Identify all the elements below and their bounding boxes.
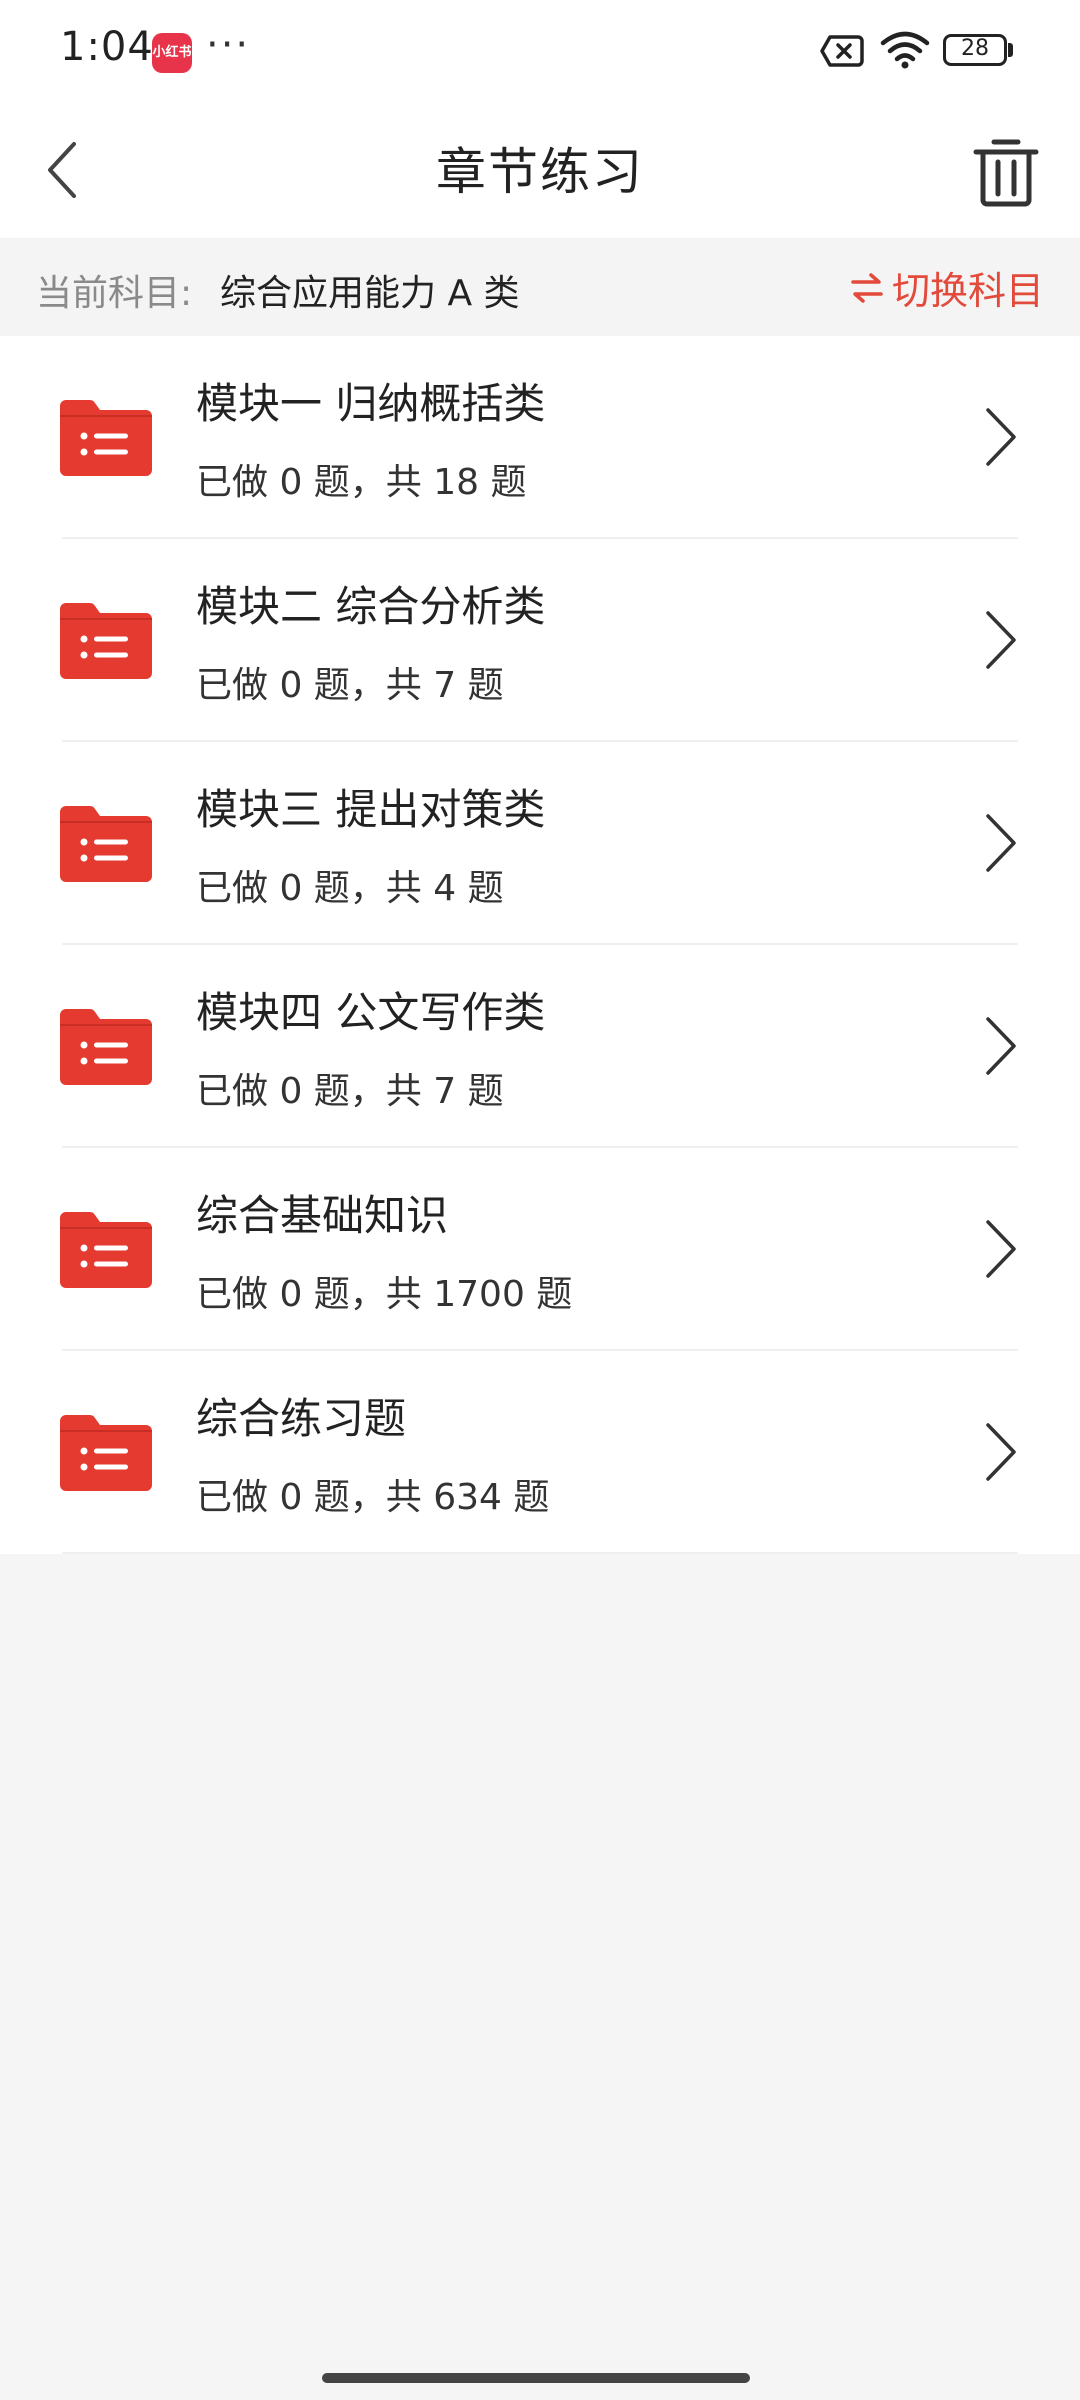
item-title: 模块四 公文写作类 xyxy=(196,988,546,1037)
item-progress: 已做 0 题，共 634 题 xyxy=(196,1477,550,1518)
item-progress: 已做 0 题，共 7 题 xyxy=(196,665,504,706)
chevron-right-icon xyxy=(986,408,1016,466)
switch-subject-button[interactable]: 切换科目 xyxy=(850,260,1044,315)
item-progress: 已做 0 题，共 7 题 xyxy=(196,1071,504,1112)
delete-button[interactable] xyxy=(968,130,1044,210)
trash-icon xyxy=(973,139,1039,207)
more-notifications-icon: ··· xyxy=(206,22,251,68)
chevron-right-icon xyxy=(986,611,1016,669)
list-item[interactable]: 模块四 公文写作类 已做 0 题，共 7 题 xyxy=(0,945,1080,1148)
subject-label: 当前科目: xyxy=(36,273,193,314)
divider xyxy=(62,1552,1018,1554)
folder-list-icon xyxy=(60,1212,152,1288)
swap-icon xyxy=(851,272,883,303)
current-subject: 综合应用能力 A 类 xyxy=(220,273,520,314)
chevron-right-icon xyxy=(986,1017,1016,1075)
item-progress: 已做 0 题，共 4 题 xyxy=(196,868,504,909)
list-item[interactable]: 综合基础知识 已做 0 题，共 1700 题 xyxy=(0,1148,1080,1351)
chevron-right-icon xyxy=(986,814,1016,872)
wifi-icon xyxy=(880,31,930,69)
chapter-list: 模块一 归纳概括类 已做 0 题，共 18 题 模块二 综合分析类 已做 0 题… xyxy=(0,336,1080,1554)
folder-list-icon xyxy=(60,806,152,882)
status-time: 1:04 xyxy=(60,24,154,70)
folder-list-icon xyxy=(60,1009,152,1085)
folder-list-icon xyxy=(60,400,152,476)
battery-level: 28 xyxy=(961,36,989,61)
subject-bar: 当前科目: 综合应用能力 A 类 切换科目 xyxy=(0,238,1080,336)
battery-icon: 28 xyxy=(943,34,1007,66)
chevron-right-icon xyxy=(986,1423,1016,1481)
nav-bar: 章节练习 xyxy=(0,100,1080,238)
list-item[interactable]: 模块一 归纳概括类 已做 0 题，共 18 题 xyxy=(0,336,1080,539)
no-sim-icon xyxy=(820,35,864,67)
status-bar: 1:04 小红书 ··· 28 xyxy=(0,0,1080,100)
item-progress: 已做 0 题，共 18 题 xyxy=(196,462,527,503)
item-progress: 已做 0 题，共 1700 题 xyxy=(196,1274,573,1315)
list-item[interactable]: 模块二 综合分析类 已做 0 题，共 7 题 xyxy=(0,539,1080,742)
app-notification-icon: 小红书 xyxy=(152,33,192,73)
list-item[interactable]: 模块三 提出对策类 已做 0 题，共 4 题 xyxy=(0,742,1080,945)
item-title: 综合基础知识 xyxy=(196,1191,449,1240)
switch-subject-label: 切换科目 xyxy=(891,269,1044,313)
folder-list-icon xyxy=(60,603,152,679)
item-title: 模块一 归纳概括类 xyxy=(196,379,546,428)
status-icons: 28 xyxy=(780,0,1080,100)
list-item[interactable]: 综合练习题 已做 0 题，共 634 题 xyxy=(0,1351,1080,1554)
item-title: 模块二 综合分析类 xyxy=(196,582,546,631)
folder-list-icon xyxy=(60,1415,152,1491)
chevron-right-icon xyxy=(986,1220,1016,1278)
item-title: 模块三 提出对策类 xyxy=(196,785,546,834)
item-title: 综合练习题 xyxy=(196,1394,407,1443)
page-title: 章节练习 xyxy=(436,143,644,201)
battery-tip xyxy=(1008,43,1013,57)
home-indicator[interactable] xyxy=(322,2373,750,2383)
